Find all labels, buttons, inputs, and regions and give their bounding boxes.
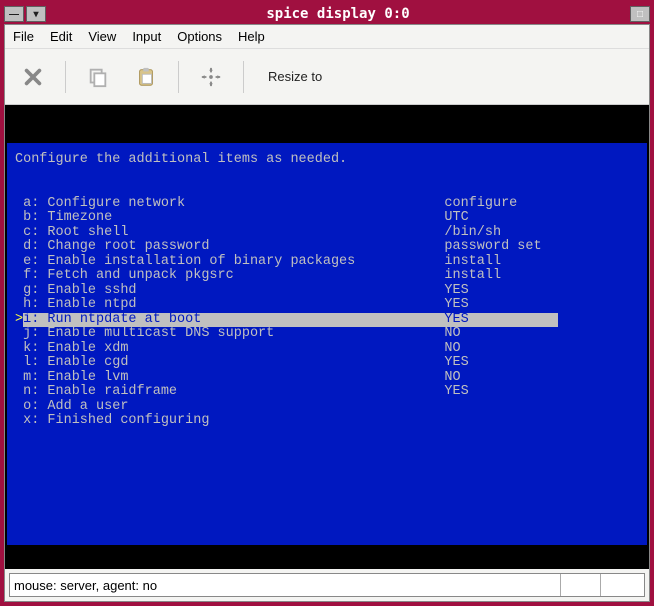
copy-button[interactable] <box>78 57 118 97</box>
menu-item[interactable]: j: Enable multicast DNS support NO <box>15 327 639 342</box>
toolbar-separator <box>243 61 244 93</box>
copy-icon <box>87 66 109 88</box>
menu-item[interactable]: h: Enable ntpd YES <box>15 298 639 313</box>
menu-view[interactable]: View <box>88 29 116 44</box>
minimize-button[interactable]: ▾ <box>26 6 46 22</box>
statusbar: mouse: server, agent: no <box>9 573 645 597</box>
menu-item[interactable]: m: Enable lvm NO <box>15 371 639 386</box>
menu-options[interactable]: Options <box>177 29 222 44</box>
fit-icon <box>200 66 222 88</box>
terminal-header: Configure the additional items as needed… <box>15 153 639 168</box>
toolbar: Resize to <box>5 49 649 105</box>
status-cell <box>560 574 600 596</box>
menu-file[interactable]: File <box>13 29 34 44</box>
menu-input[interactable]: Input <box>132 29 161 44</box>
app-chrome: File Edit View Input Options Help <box>4 24 650 602</box>
menu-item[interactable]: f: Fetch and unpack pkgsrc install <box>15 269 639 284</box>
menu-item[interactable]: d: Change root password password set <box>15 240 639 255</box>
maximize-button[interactable]: □ <box>630 6 650 22</box>
paste-button[interactable] <box>126 57 166 97</box>
toolbar-separator <box>65 61 66 93</box>
menu-edit[interactable]: Edit <box>50 29 72 44</box>
menu-item[interactable]: e: Enable installation of binary package… <box>15 255 639 270</box>
terminal[interactable]: Configure the additional items as needed… <box>7 143 647 545</box>
menu-item-selected[interactable]: >i: Run ntpdate at boot YES <box>15 313 639 328</box>
status-text: mouse: server, agent: no <box>14 578 560 593</box>
menu-item[interactable]: a: Configure network configure <box>15 197 639 212</box>
menubar: File Edit View Input Options Help <box>5 25 649 49</box>
menu-help[interactable]: Help <box>238 29 265 44</box>
toolbar-separator <box>178 61 179 93</box>
display-area[interactable]: Configure the additional items as needed… <box>5 105 649 569</box>
window-frame: — ▾ spice display 0:0 □ File Edit View I… <box>0 0 654 606</box>
status-cell <box>600 574 640 596</box>
menu-item[interactable]: x: Finished configuring <box>15 414 639 429</box>
titlebar[interactable]: — ▾ spice display 0:0 □ <box>4 4 650 24</box>
close-icon <box>22 66 44 88</box>
resize-label: Resize to <box>268 69 322 84</box>
fit-button[interactable] <box>191 57 231 97</box>
menu-item[interactable]: k: Enable xdm NO <box>15 342 639 357</box>
menu-item[interactable]: l: Enable cgd YES <box>15 356 639 371</box>
menu-item[interactable]: g: Enable sshd YES <box>15 284 639 299</box>
paste-icon <box>135 66 157 88</box>
menu-item[interactable]: n: Enable raidframe YES <box>15 385 639 400</box>
menu-item[interactable]: o: Add a user <box>15 400 639 415</box>
menu-item[interactable]: b: Timezone UTC <box>15 211 639 226</box>
menu-item[interactable]: c: Root shell /bin/sh <box>15 226 639 241</box>
sysmenu-button[interactable]: — <box>4 6 24 22</box>
close-button[interactable] <box>13 57 53 97</box>
window-title: spice display 0:0 <box>48 6 628 22</box>
selection-arrow-icon: > <box>15 313 23 328</box>
